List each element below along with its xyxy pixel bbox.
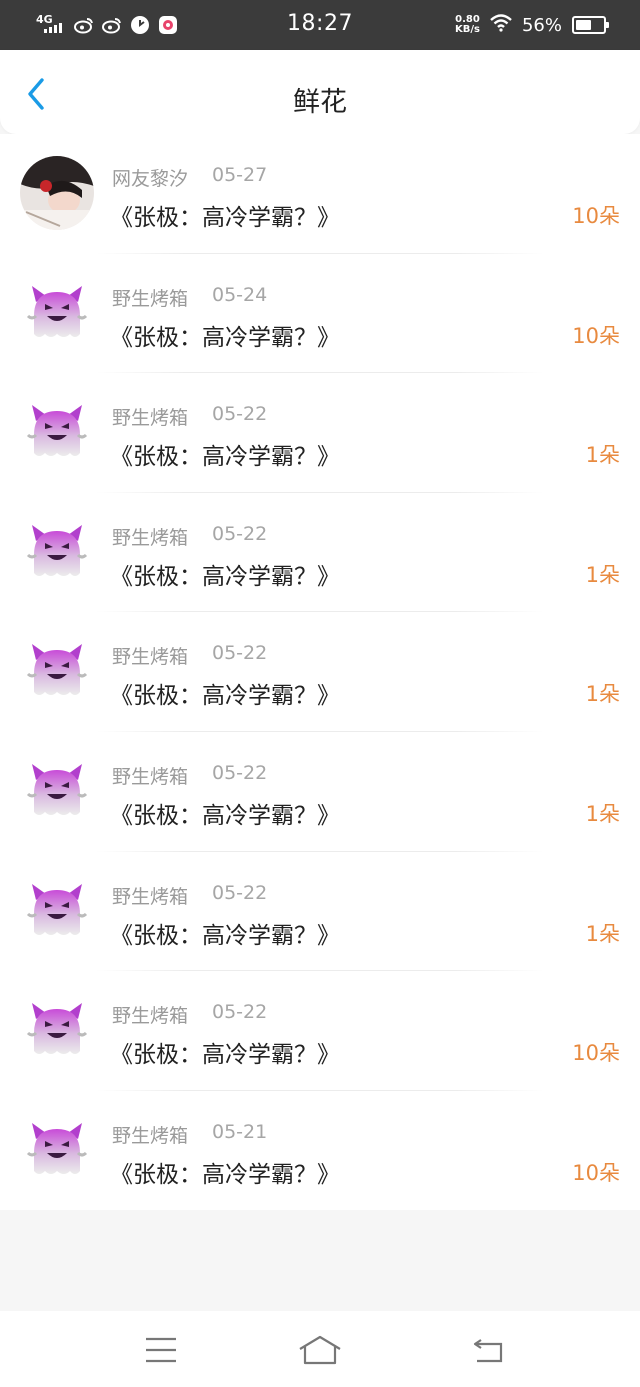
- purple-ghost-icon: [26, 644, 88, 696]
- page-title: 鲜花: [293, 87, 347, 118]
- back-icon: [473, 1339, 503, 1363]
- flower-record-list: 网友黎汐 05-27 《张极：高冷学霸？》 10朵 野生烤箱 05-24 《张极…: [0, 134, 640, 1211]
- avatar[interactable]: [20, 395, 94, 469]
- flower-count: 10朵: [572, 323, 620, 348]
- wifi-icon: [490, 14, 512, 36]
- record-date: 05-22: [212, 881, 268, 904]
- menu-button[interactable]: [139, 1333, 183, 1367]
- network-speed: 0.80 KB/s: [455, 15, 480, 35]
- purple-ghost-icon: [26, 1003, 88, 1055]
- user-name[interactable]: 野生烤箱: [112, 642, 188, 669]
- article-title[interactable]: 《张极：高冷学霸？》: [110, 557, 340, 591]
- purple-ghost-icon: [26, 763, 88, 815]
- record-date: 05-27: [212, 164, 268, 186]
- avatar[interactable]: [20, 874, 94, 948]
- avatar[interactable]: [20, 276, 94, 350]
- purple-ghost-icon: [26, 285, 88, 337]
- purple-ghost-icon: [26, 524, 88, 576]
- user-name[interactable]: 野生烤箱: [112, 403, 188, 430]
- avatar[interactable]: [20, 515, 94, 589]
- article-title[interactable]: 《张极：高冷学霸？》: [110, 1155, 340, 1189]
- user-name[interactable]: 野生烤箱: [112, 1001, 188, 1028]
- list-item[interactable]: 野生烤箱 05-21 《张极：高冷学霸？》 10朵: [0, 1091, 640, 1211]
- list-item[interactable]: 野生烤箱 05-22 《张极：高冷学霸？》 1朵: [0, 732, 640, 852]
- avatar[interactable]: [20, 634, 94, 708]
- purple-ghost-icon: [26, 1122, 88, 1174]
- flower-count: 1朵: [585, 443, 620, 468]
- avatar[interactable]: [20, 754, 94, 828]
- home-icon: [299, 1335, 341, 1365]
- flower-count: 10朵: [572, 1160, 620, 1185]
- avatar[interactable]: [20, 1113, 94, 1187]
- status-bar: 4G 18:27 0.80 KB/s 56%: [0, 0, 640, 50]
- purple-ghost-icon: [26, 883, 88, 935]
- flower-count: 10朵: [572, 204, 620, 228]
- article-title[interactable]: 《张极：高冷学霸？》: [110, 437, 340, 471]
- menu-icon: [146, 1337, 176, 1363]
- record-date: 05-22: [212, 1001, 268, 1024]
- list-item[interactable]: 野生烤箱 05-22 《张极：高冷学霸？》 1朵: [0, 493, 640, 613]
- record-date: 05-22: [212, 522, 268, 545]
- system-nav-bar: [0, 1311, 640, 1387]
- user-name[interactable]: 网友黎汐: [112, 164, 188, 191]
- flower-count: 1朵: [585, 562, 620, 587]
- flower-count: 1朵: [585, 801, 620, 826]
- flower-count: 1朵: [585, 921, 620, 946]
- flower-count: 10朵: [572, 1041, 620, 1066]
- list-item[interactable]: 野生烤箱 05-22 《张极：高冷学霸？》 1朵: [0, 373, 640, 493]
- battery-percent: 56%: [521, 14, 562, 36]
- user-name[interactable]: 野生烤箱: [112, 882, 188, 909]
- record-date: 05-22: [212, 761, 268, 784]
- speed-unit: KB/s: [455, 24, 480, 35]
- user-name[interactable]: 野生烤箱: [112, 762, 188, 789]
- article-title[interactable]: 《张极：高冷学霸？》: [110, 1035, 340, 1069]
- status-right: 0.80 KB/s 56%: [455, 10, 609, 40]
- article-title[interactable]: 《张极：高冷学霸？》: [110, 318, 340, 352]
- record-date: 05-24: [212, 283, 268, 306]
- user-name[interactable]: 野生烤箱: [112, 523, 188, 550]
- header: 鲜花: [0, 50, 640, 134]
- record-date: 05-22: [212, 642, 268, 665]
- list-item[interactable]: 野生烤箱 05-22 《张极：高冷学霸？》 10朵: [0, 971, 640, 1091]
- article-title[interactable]: 《张极：高冷学霸？》: [110, 676, 340, 710]
- article-title[interactable]: 《张极：高冷学霸？》: [110, 916, 340, 950]
- record-date: 05-21: [212, 1120, 268, 1143]
- list-item[interactable]: 野生烤箱 05-22 《张极：高冷学霸？》 1朵: [0, 612, 640, 732]
- purple-ghost-icon: [26, 405, 88, 457]
- flower-count: 1朵: [585, 682, 620, 707]
- user-name[interactable]: 野生烤箱: [112, 1121, 188, 1148]
- record-date: 05-22: [212, 403, 268, 426]
- list-item[interactable]: 网友黎汐 05-27 《张极：高冷学霸？》 10朵: [0, 134, 640, 254]
- list-item[interactable]: 野生烤箱 05-24 《张极：高冷学霸？》 10朵: [0, 254, 640, 374]
- profile-photo: [20, 156, 94, 230]
- article-title[interactable]: 《张极：高冷学霸？》: [110, 796, 340, 830]
- battery-icon: [572, 16, 609, 34]
- avatar[interactable]: [20, 156, 94, 230]
- user-name[interactable]: 野生烤箱: [112, 284, 188, 311]
- avatar[interactable]: [20, 993, 94, 1067]
- system-back-button[interactable]: [466, 1333, 510, 1367]
- battery-fill: [576, 20, 591, 30]
- article-title[interactable]: 《张极：高冷学霸？》: [110, 198, 340, 232]
- home-button[interactable]: [298, 1333, 342, 1367]
- list-item[interactable]: 野生烤箱 05-22 《张极：高冷学霸？》 1朵: [0, 852, 640, 972]
